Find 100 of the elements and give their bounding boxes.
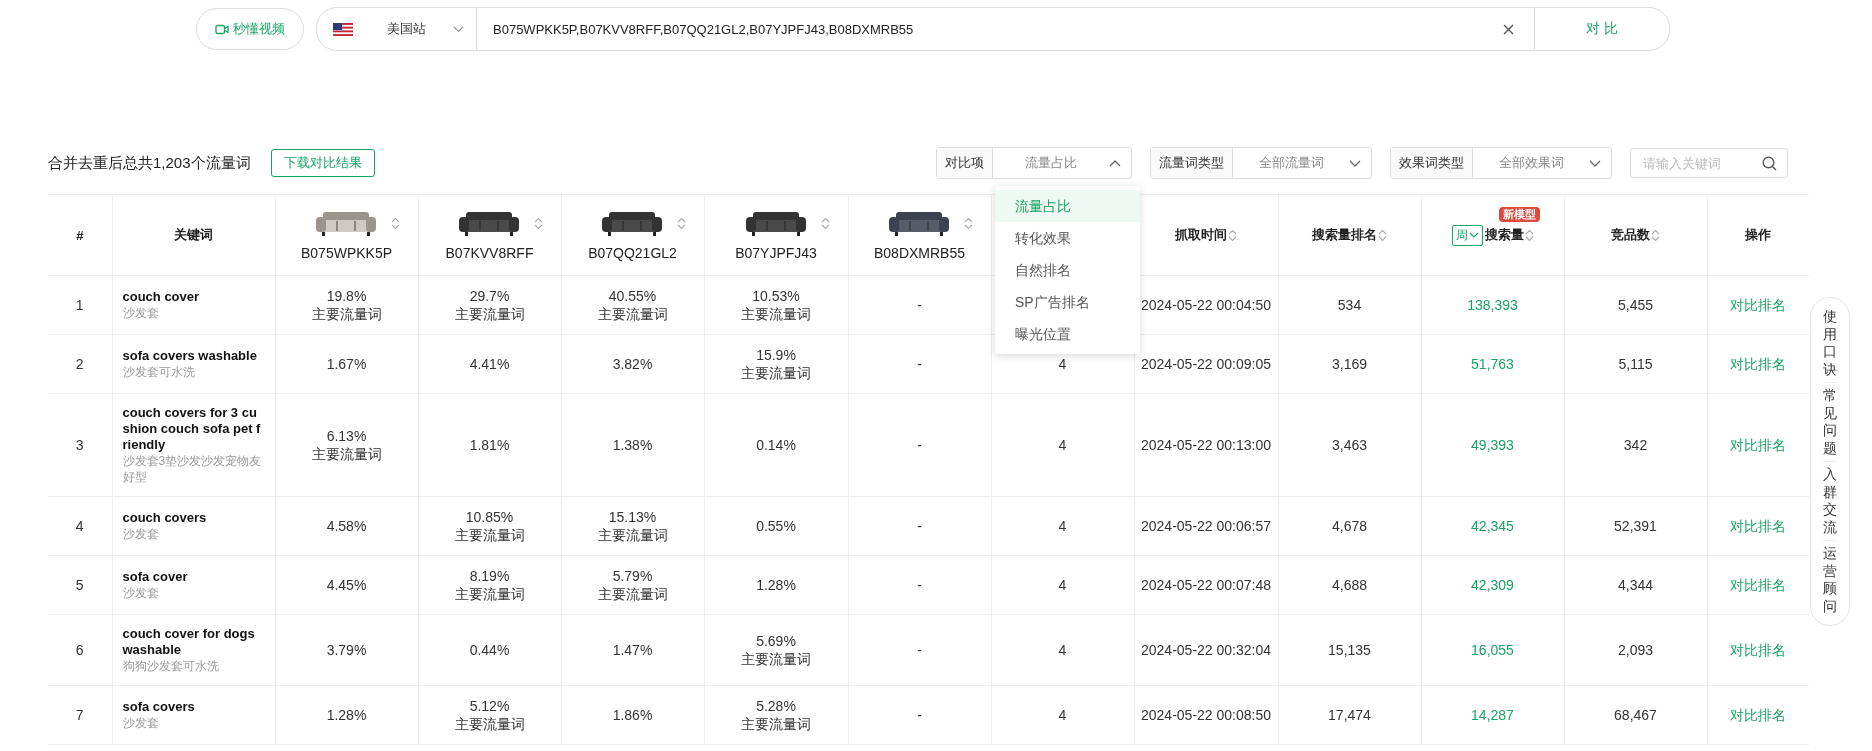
- dropdown-option[interactable]: 曝光位置: [995, 318, 1140, 350]
- search-volume: 14,287: [1471, 707, 1514, 723]
- main-keyword-tag: 主要流量词: [279, 445, 414, 463]
- compare-rank-link[interactable]: 对比排名: [1730, 356, 1787, 372]
- side-menu-item[interactable]: 常见问题: [1823, 383, 1837, 462]
- traffic-share: 1.47%: [611, 641, 654, 659]
- keyword-translation: 沙发套: [122, 526, 160, 542]
- table-cell: 4: [1058, 437, 1067, 453]
- sort-icon[interactable]: [1378, 228, 1387, 242]
- keyword-text: sofa covers: [122, 699, 196, 715]
- compare-rank-link[interactable]: 对比排名: [1730, 518, 1787, 534]
- traffic-share: 6.13%: [325, 427, 368, 445]
- keyword-translation: 狗狗沙发套可水洗: [122, 658, 220, 674]
- sort-icon[interactable]: [391, 216, 400, 230]
- traffic-share: 10.85%: [464, 508, 515, 526]
- period-select[interactable]: 周: [1451, 224, 1483, 246]
- main-keyword-tag: 主要流量词: [565, 526, 700, 544]
- search-volume: 51,763: [1471, 356, 1514, 372]
- main-keyword-tag: 主要流量词: [565, 585, 700, 603]
- compare-button[interactable]: 对 比: [1534, 8, 1669, 50]
- compare-rank-link[interactable]: 对比排名: [1730, 577, 1787, 593]
- row-number: 6: [75, 642, 84, 658]
- sort-icon[interactable]: [1228, 228, 1237, 242]
- compare-rank-link[interactable]: 对比排名: [1730, 437, 1787, 453]
- competitor-count: 5,455: [1617, 297, 1653, 313]
- keyword-text: sofa covers washable: [122, 348, 258, 364]
- close-icon[interactable]: [1503, 23, 1514, 35]
- main-keyword-tag: 主要流量词: [279, 305, 414, 323]
- keyword-text: couch cover: [122, 289, 201, 305]
- traffic-share: -: [916, 517, 923, 535]
- sort-icon[interactable]: [534, 216, 543, 230]
- capture-time: 2024-05-22 00:04:50: [1141, 297, 1271, 313]
- search-icon: [1762, 155, 1777, 171]
- traffic-share: -: [916, 436, 923, 454]
- traffic-share: 4.41%: [468, 355, 511, 373]
- video-camera-icon: [215, 23, 229, 35]
- capture-time: 2024-05-22 00:07:48: [1141, 577, 1271, 593]
- search-rank: 17,474: [1328, 707, 1371, 723]
- main-keyword-tag: 主要流量词: [422, 526, 557, 544]
- traffic-share: 15.13%: [607, 508, 658, 526]
- sort-icon[interactable]: [964, 216, 973, 230]
- video-button[interactable]: 秒懂视频: [196, 8, 304, 50]
- main-keyword-tag: 主要流量词: [708, 650, 844, 668]
- column-header: 抓取时间: [1175, 226, 1227, 244]
- traffic-share: 0.14%: [755, 436, 797, 454]
- traffic-share: 3.82%: [611, 355, 654, 373]
- competitor-count: 2,093: [1617, 642, 1653, 658]
- row-number: 4: [75, 518, 84, 534]
- column-header: #: [76, 227, 84, 243]
- table-cell: 4: [1058, 707, 1067, 723]
- sort-icon[interactable]: [677, 216, 686, 230]
- column-header: 搜索量排名: [1312, 226, 1377, 244]
- competitor-count: 342: [1623, 437, 1648, 453]
- dropdown-option[interactable]: 转化效果: [995, 222, 1140, 254]
- search-rank: 3,463: [1331, 437, 1367, 453]
- search-rank: 3,169: [1331, 356, 1367, 372]
- traffic-share: -: [916, 576, 923, 594]
- table-cell: 4: [1058, 518, 1067, 534]
- main-keyword-tag: 主要流量词: [708, 715, 844, 733]
- table-cell: 4: [1058, 577, 1067, 593]
- traffic-share: 8.19%: [468, 567, 511, 585]
- traffic-share: 1.86%: [611, 706, 654, 724]
- asin-input[interactable]: B075WPKK5P,B07KVV8RFF,B07QQ21GL2,B07YJPFJ43,B08DXMRB55: [477, 21, 1503, 37]
- traffic-share: -: [916, 706, 923, 724]
- side-menu-item[interactable]: 使用口诀: [1823, 304, 1837, 383]
- competitor-count: 5,115: [1618, 356, 1653, 372]
- keyword-translation: 沙发套: [122, 585, 160, 601]
- main-keyword-tag: 主要流量词: [565, 305, 700, 323]
- compare-rank-link[interactable]: 对比排名: [1730, 642, 1787, 658]
- search-rank: 4,688: [1331, 577, 1367, 593]
- traffic-share: 40.55%: [607, 287, 658, 305]
- traffic-share: 19.8%: [325, 287, 368, 305]
- side-menu-item[interactable]: 运营顾问: [1823, 541, 1837, 619]
- asin-header: B07KVV8RFF: [445, 245, 534, 261]
- keyword-text: sofa cover: [122, 569, 189, 585]
- traffic-share: 1.38%: [611, 436, 654, 454]
- sort-icon[interactable]: [820, 216, 830, 230]
- side-menu-item[interactable]: 入群交流: [1823, 462, 1837, 541]
- capture-time: 2024-05-22 00:32:04: [1141, 642, 1271, 658]
- chevron-down-icon: [453, 25, 464, 33]
- chevron-down-icon: [1468, 232, 1479, 238]
- row-number: 7: [75, 707, 84, 723]
- sort-icon[interactable]: [1524, 228, 1534, 242]
- compare-rank-link[interactable]: 对比排名: [1730, 297, 1787, 313]
- asin-header: B07YJPFJ43: [735, 245, 817, 261]
- traffic-share: 5.28%: [755, 697, 797, 715]
- dropdown-option[interactable]: 自然排名: [995, 254, 1140, 286]
- search-volume: 42,309: [1471, 577, 1514, 593]
- main-keyword-tag: 主要流量词: [422, 715, 557, 733]
- dropdown-option[interactable]: 流量占比: [995, 190, 1140, 222]
- traffic-share: 4.58%: [325, 517, 368, 535]
- traffic-share: 5.69%: [755, 632, 797, 650]
- search-volume: 16,055: [1471, 642, 1514, 658]
- dropdown-option[interactable]: SP广告排名: [995, 286, 1140, 318]
- sort-icon[interactable]: [1651, 228, 1660, 242]
- table-cell: 4: [1058, 642, 1067, 658]
- keyword-search-field[interactable]: 请输入关键词: [1630, 148, 1788, 178]
- compare-rank-link[interactable]: 对比排名: [1730, 707, 1787, 723]
- download-button[interactable]: 下载对比结果: [270, 149, 375, 177]
- table-cell: 4: [1058, 356, 1067, 372]
